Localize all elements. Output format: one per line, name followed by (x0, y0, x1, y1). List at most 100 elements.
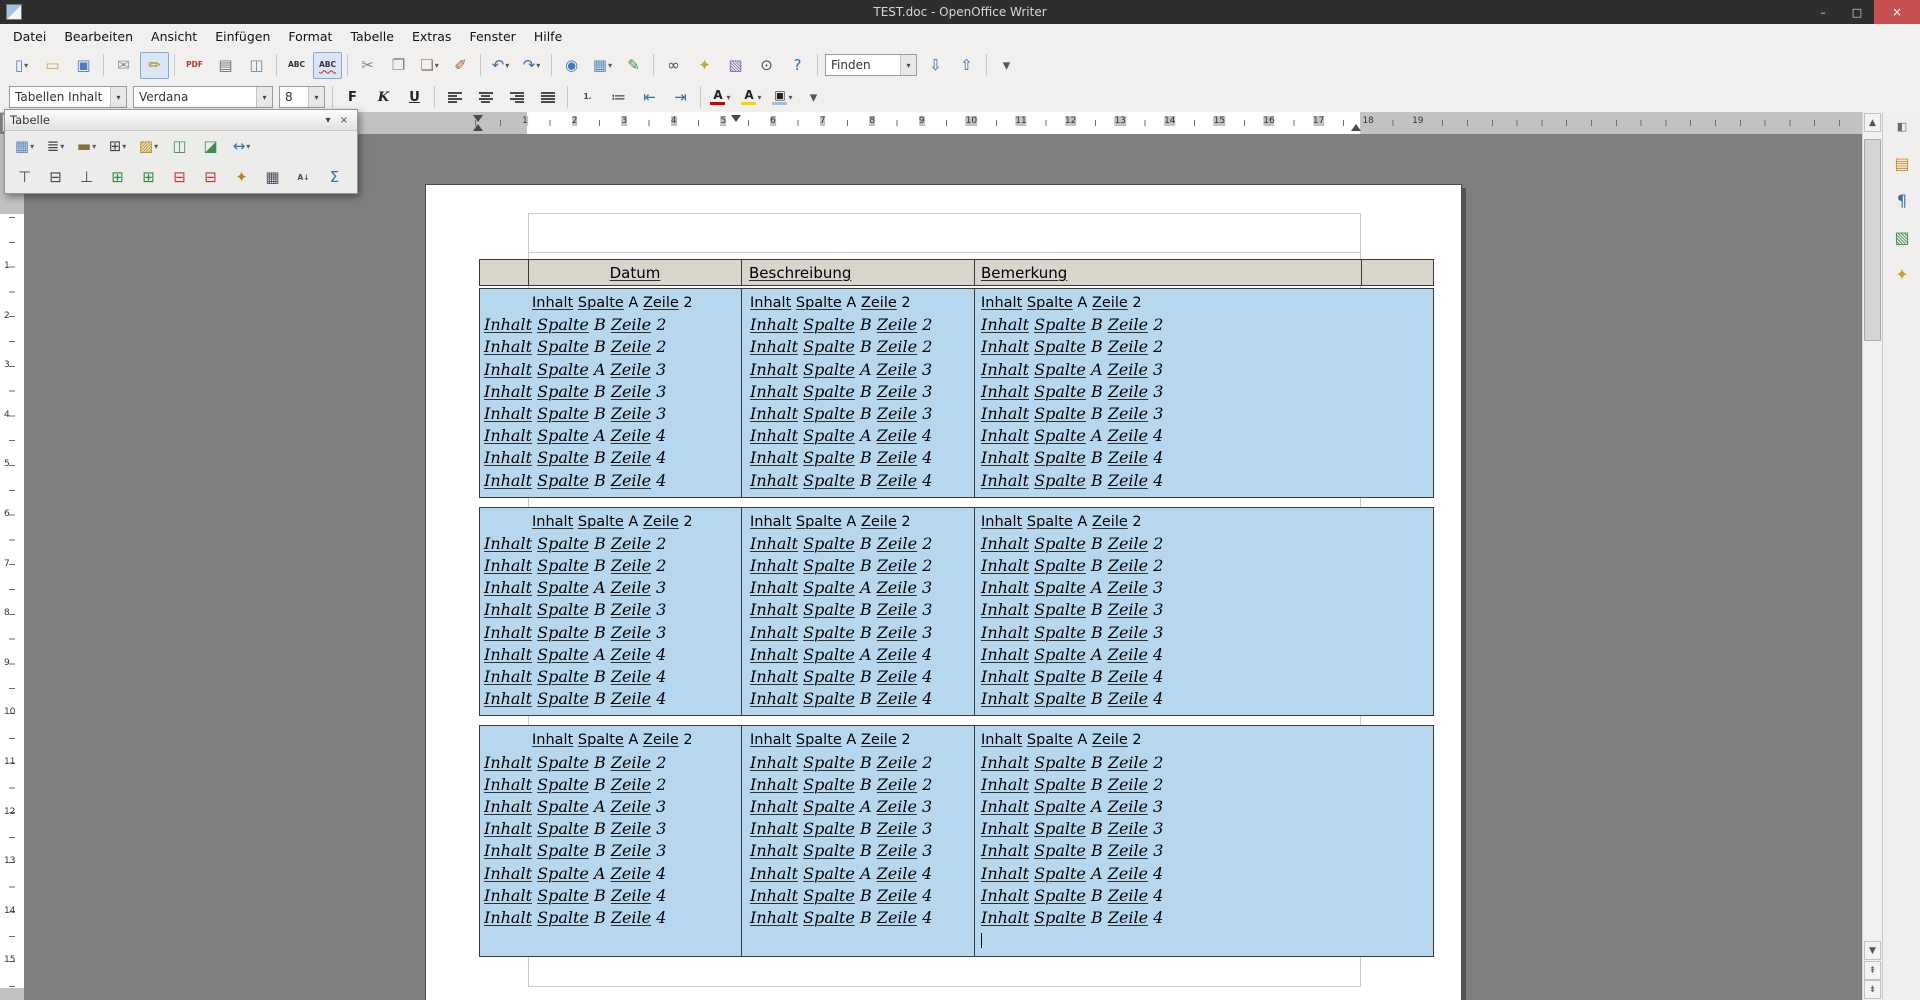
print-button[interactable]: ▤ (211, 52, 240, 79)
help-button[interactable]: ? (783, 52, 812, 79)
auto-spellcheck-button[interactable]: ABC (313, 52, 342, 79)
toolbar-options[interactable]: ▾ (992, 52, 1021, 79)
numbered-list-button[interactable]: 1. (573, 84, 602, 111)
table-button[interactable]: ▦▾ (588, 52, 617, 79)
sidebar-properties-tab[interactable]: ▤ (1889, 150, 1915, 176)
increase-indent-button[interactable]: ⇥ (666, 84, 695, 111)
merge-cells-button[interactable]: ◫ (165, 133, 194, 160)
font-color-button[interactable]: A▾ (706, 84, 735, 111)
font-color-dropdown-icon[interactable]: ▾ (726, 93, 730, 102)
new-document-dropdown-icon[interactable]: ▾ (24, 61, 28, 70)
menu-einfugen[interactable]: Einfügen (206, 26, 279, 47)
draw-functions-button[interactable]: ✎ (619, 52, 648, 79)
table-toolbar-close-icon[interactable]: × (336, 112, 352, 128)
table-cell[interactable]: Inhalt Spalte A Zeile 2Inhalt Spalte B Z… (975, 726, 1433, 956)
spellcheck-button[interactable]: ABC (282, 52, 311, 79)
formatting-options[interactable]: ▾ (799, 84, 828, 111)
table-cell[interactable]: Inhalt Spalte A Zeile 2Inhalt Spalte B Z… (480, 726, 742, 956)
left-indent-marker[interactable] (473, 124, 483, 131)
redo-dropdown-icon[interactable]: ▾ (536, 61, 540, 70)
optimize-dropdown-icon[interactable]: ▾ (246, 142, 250, 151)
scroll-down-button[interactable]: ▼ (1864, 941, 1881, 960)
paste-dropdown-icon[interactable]: ▾ (435, 61, 439, 70)
background-color-dropdown-icon[interactable]: ▾ (788, 93, 792, 102)
line-style-button[interactable]: ≣▾ (41, 133, 70, 160)
sidebar-styles-tab[interactable]: ¶ (1889, 187, 1915, 213)
insert-table-button[interactable]: ▦▾ (10, 133, 39, 160)
open-button[interactable]: ▭ (38, 52, 67, 79)
sort-button[interactable]: A↓ (289, 164, 318, 191)
menu-format[interactable]: Format (279, 26, 341, 47)
menu-bearbeiten[interactable]: Bearbeiten (55, 26, 142, 47)
background-color-button[interactable]: ▣▾ (768, 84, 797, 111)
line-style-dropdown-icon[interactable]: ▾ (60, 142, 64, 151)
background-color-button[interactable]: ▨▾ (134, 133, 163, 160)
font-name[interactable]: Verdana▾ (133, 86, 273, 108)
table-cell[interactable]: Inhalt Spalte A Zeile 2Inhalt Spalte B Z… (480, 508, 742, 716)
zoom-button[interactable]: ⊙ (752, 52, 781, 79)
insert-row-button[interactable]: ⊞ (103, 164, 132, 191)
insert-column-button[interactable]: ⊞ (134, 164, 163, 191)
copy-button[interactable]: ❐ (384, 52, 413, 79)
align-center-button[interactable] (471, 84, 500, 111)
undo-button[interactable]: ↶▾ (486, 52, 515, 79)
font-size[interactable]: 8▾ (279, 86, 325, 108)
sidebar-gallery-tab[interactable]: ▧ (1889, 224, 1915, 250)
decrease-indent-button[interactable]: ⇤ (635, 84, 664, 111)
italic-button[interactable]: K (369, 84, 398, 111)
menu-datei[interactable]: Datei (4, 26, 55, 47)
paragraph-style[interactable]: Tabellen Inhalt▾ (9, 86, 127, 108)
table-cell[interactable]: Inhalt Spalte A Zeile 2Inhalt Spalte B Z… (975, 289, 1433, 497)
menu-fenster[interactable]: Fenster (460, 26, 524, 47)
table-toolbar-menu-icon[interactable]: ▾ (320, 112, 336, 128)
minimize-button[interactable]: – (1806, 0, 1840, 24)
find-replace-button[interactable]: ∞ (659, 52, 688, 79)
find-next-button[interactable]: ⇩ (921, 52, 950, 79)
edit-file-button[interactable]: ✏ (140, 52, 169, 79)
menu-tabelle[interactable]: Tabelle (341, 26, 403, 47)
delete-row-button[interactable]: ⊟ (165, 164, 194, 191)
gallery-button[interactable]: ▧ (721, 52, 750, 79)
align-right-button[interactable] (502, 84, 531, 111)
bold-button[interactable]: F (338, 84, 367, 111)
highlighting-dropdown-icon[interactable]: ▾ (757, 93, 761, 102)
sidebar-settings[interactable]: ◧ (1894, 118, 1910, 134)
paragraph-style-dropdown-icon[interactable]: ▾ (110, 87, 126, 107)
format-paintbrush-button[interactable]: ✐ (446, 52, 475, 79)
table-cell[interactable]: Inhalt Spalte A Zeile 2Inhalt Spalte B Z… (742, 508, 975, 716)
bottom-align-button[interactable]: ⊥ (72, 164, 101, 191)
table-cell[interactable]: Inhalt Spalte A Zeile 2Inhalt Spalte B Z… (480, 289, 742, 497)
borders-dropdown-icon[interactable]: ▾ (122, 142, 126, 151)
optimize-button[interactable]: ↔▾ (227, 133, 256, 160)
next-page-button[interactable]: ⇟ (1864, 980, 1881, 999)
sum-button[interactable]: Σ (320, 164, 349, 191)
bullet-list-button[interactable]: ≔ (604, 84, 633, 111)
right-indent-marker[interactable] (1351, 124, 1361, 131)
navigator-button[interactable]: ✦ (690, 52, 719, 79)
export-pdf-button[interactable]: PDF (180, 52, 209, 79)
previous-page-button[interactable]: ⇞ (1864, 961, 1881, 980)
font-size-dropdown-icon[interactable]: ▾ (308, 87, 324, 107)
table-cell[interactable]: Inhalt Spalte A Zeile 2Inhalt Spalte B Z… (742, 289, 975, 497)
new-document-button[interactable]: ▯▾ (7, 52, 36, 79)
autoformat-button[interactable]: ✦ (227, 164, 256, 191)
split-cells-button[interactable]: ◪ (196, 133, 225, 160)
find-toolbar-input-dropdown-icon[interactable]: ▾ (900, 55, 916, 75)
table-properties-button[interactable]: ▦ (258, 164, 287, 191)
table-dropdown-icon[interactable]: ▾ (608, 61, 612, 70)
border-color-button[interactable]: ▬▾ (72, 133, 101, 160)
menu-extras[interactable]: Extras (403, 26, 461, 47)
paste-button[interactable]: ❏▾ (415, 52, 444, 79)
maximize-button[interactable]: □ (1840, 0, 1874, 24)
justify-button[interactable] (533, 84, 562, 111)
border-color-dropdown-icon[interactable]: ▾ (92, 142, 96, 151)
undo-dropdown-icon[interactable]: ▾ (505, 61, 509, 70)
sidebar-navigator-tab[interactable]: ✦ (1889, 261, 1915, 287)
menu-hilfe[interactable]: Hilfe (525, 26, 571, 47)
borders-button[interactable]: ⊞▾ (103, 133, 132, 160)
delete-column-button[interactable]: ⊟ (196, 164, 225, 191)
top-align-button[interactable]: ⊤ (10, 164, 39, 191)
cut-button[interactable]: ✂ (353, 52, 382, 79)
page-preview-button[interactable]: ◫ (242, 52, 271, 79)
background-color-dropdown-icon[interactable]: ▾ (154, 142, 158, 151)
